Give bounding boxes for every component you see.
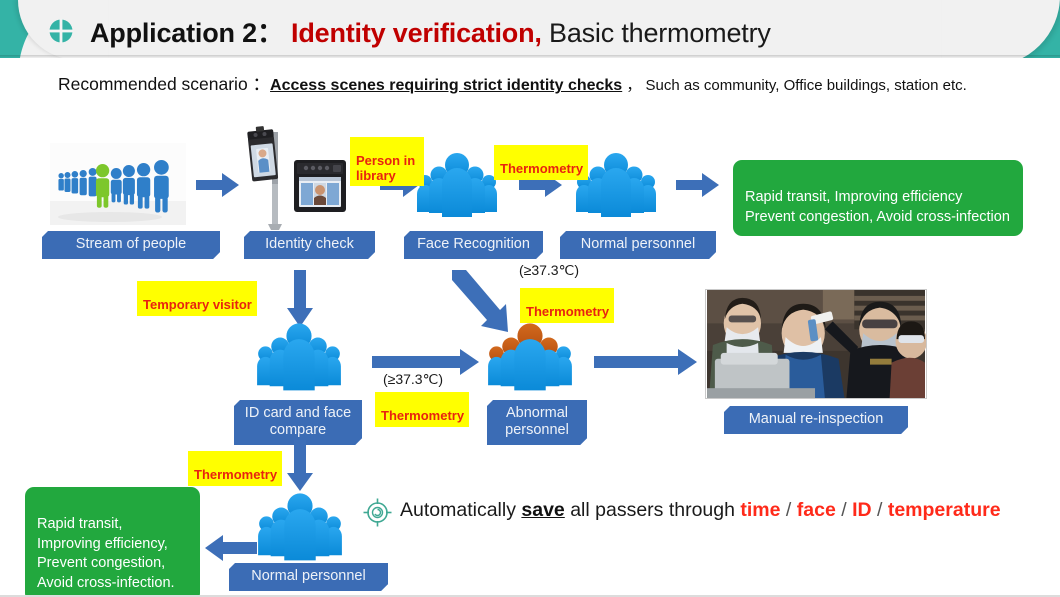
temp-note-text: (≥37.3℃) [383, 371, 443, 387]
note-prefix: Automatically [400, 499, 522, 521]
people-group-abnormal-personnel [488, 323, 572, 391]
label-stream-of-people[interactable]: Stream of people [42, 231, 220, 259]
page-title-main: Application 2 [90, 18, 257, 48]
tag-text: Person in library [356, 153, 416, 183]
tag-thermometry-mid-right: Thermometry [520, 288, 615, 323]
label-text: Abnormal personnel [505, 405, 569, 439]
note-item-temperature: temperature [887, 499, 1001, 521]
label-normal-personnel-top[interactable]: Normal personnel [560, 231, 716, 259]
label-abnormal-personnel[interactable]: Abnormal personnel [487, 400, 587, 445]
target-crosshair-icon [363, 498, 392, 527]
tag-text: Thermometry [526, 304, 610, 320]
label-id-card-and-face-compare[interactable]: ID card and face compare [234, 400, 362, 445]
label-text: Face Recognition [417, 236, 530, 252]
label-text: Manual re-inspection [748, 411, 884, 427]
page-title: Application 2： Identity verification, Ba… [90, 11, 771, 50]
note-sep-3: / [871, 499, 888, 521]
header-shadow [0, 55, 1060, 58]
tag-text: Thermometry [194, 467, 278, 483]
tag-text: Thermometry [381, 408, 465, 424]
scenario-lead: Recommended scenario ： [58, 74, 271, 94]
arrow-right-4 [676, 173, 719, 197]
slide-header: Application 2： Identity verification, Ba… [0, 0, 1060, 58]
outcome-box-top: Rapid transit, Improving efficiency Prev… [733, 160, 1023, 237]
circle-cross-icon [48, 18, 74, 44]
label-text: Stream of people [75, 236, 187, 252]
label-text: Identity check [265, 236, 354, 252]
tag-thermometry-top: Thermometry [494, 145, 589, 180]
arrow-right-to-inspection [594, 349, 697, 375]
label-manual-reinspection[interactable]: Manual re-inspection [724, 406, 908, 434]
label-text: ID card and face compare [244, 405, 352, 439]
scenario-tail: ， Such as community, Office buildings, s… [622, 77, 967, 94]
note-item-time: time [740, 499, 781, 521]
page-title-highlight: Identity verification, [291, 18, 542, 48]
tag-text: Temporary visitor [143, 297, 252, 313]
note-save-word: save [521, 499, 565, 521]
arrow-left-to-outcome [205, 535, 257, 561]
label-text: Normal personnel [580, 236, 696, 252]
identity-check-devices-photo [247, 126, 346, 230]
tag-text: Thermometry [500, 161, 584, 177]
stream-of-people-photo [50, 143, 186, 225]
note-item-id: ID [852, 499, 872, 521]
tag-thermometry-mid-left: Thermometry [375, 392, 470, 427]
label-face-recognition[interactable]: Face Recognition [404, 231, 543, 259]
arrow-down-to-normal-bottom [287, 440, 313, 491]
temp-note-upper: (≥37.3℃) [519, 262, 579, 279]
bottom-summary-note: Automatically save all passers through t… [400, 499, 1001, 522]
label-identity-check[interactable]: Identity check [244, 231, 375, 259]
people-group-id-compare [257, 323, 341, 391]
page-title-rest: Basic thermometry [541, 18, 771, 48]
recommended-scenario-line: Recommended scenario ：Access scenes requ… [58, 71, 967, 96]
tag-person-in-library: Person in library [350, 137, 424, 186]
manual-temperature-inspection-photo [705, 289, 927, 399]
scenario-emphasis: Access scenes requiring strict identity … [270, 77, 623, 94]
tag-temporary-visitor: Temporary visitor [137, 281, 257, 316]
page-title-colon: ： [256, 18, 284, 48]
note-middle: all passers through [564, 499, 741, 521]
note-sep-1: / [780, 499, 797, 521]
outcome-text: Rapid transit, Improving efficiency Prev… [745, 189, 1010, 225]
label-text: Normal personnel [251, 568, 366, 584]
people-group-normal-personnel-bottom [258, 493, 342, 561]
temp-note-lower: (≥37.3℃) [383, 371, 443, 388]
arrow-right-1 [196, 173, 239, 197]
note-sep-2: / [835, 499, 853, 521]
people-group-face-recognition [417, 153, 497, 217]
outcome-text: Rapid transit, Improving efficiency, Pre… [37, 516, 175, 591]
slide-canvas: Application 2： Identity verification, Ba… [0, 0, 1060, 597]
temp-note-text: (≥37.3℃) [519, 262, 579, 278]
note-item-face: face [796, 499, 836, 521]
outcome-box-bottom: Rapid transit, Improving efficiency, Pre… [25, 487, 200, 595]
tag-thermometry-bottom: Thermometry [188, 451, 283, 486]
label-normal-personnel-bottom[interactable]: Normal personnel [229, 563, 388, 591]
